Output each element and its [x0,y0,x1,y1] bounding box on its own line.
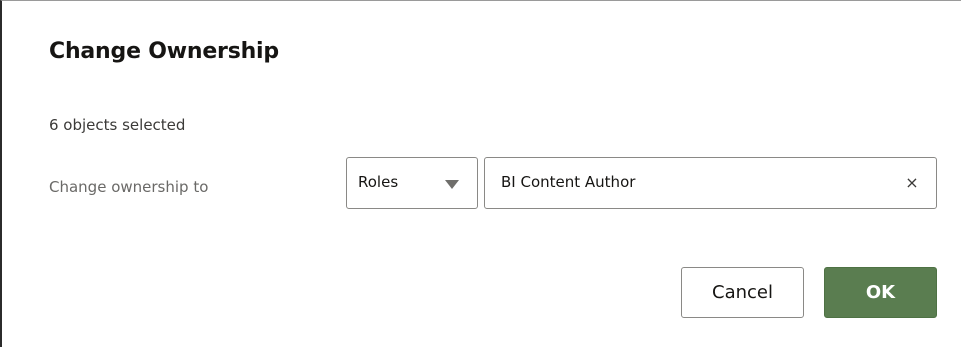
chevron-down-icon[interactable] [445,180,459,189]
selection-count: 6 objects selected [49,116,186,134]
change-ownership-label: Change ownership to [49,178,209,196]
ok-button[interactable]: OK [824,267,937,318]
cancel-button[interactable]: Cancel [681,267,804,318]
owner-type-select[interactable]: Roles [346,157,478,209]
owner-type-value: Roles [358,173,399,191]
owner-input[interactable]: BI Content Author × [484,157,937,209]
owner-input-value: BI Content Author [501,173,636,191]
clear-icon[interactable]: × [905,173,919,193]
dialog-title: Change Ownership [49,39,279,64]
change-ownership-dialog: Change Ownership 6 objects selected Chan… [0,0,961,347]
